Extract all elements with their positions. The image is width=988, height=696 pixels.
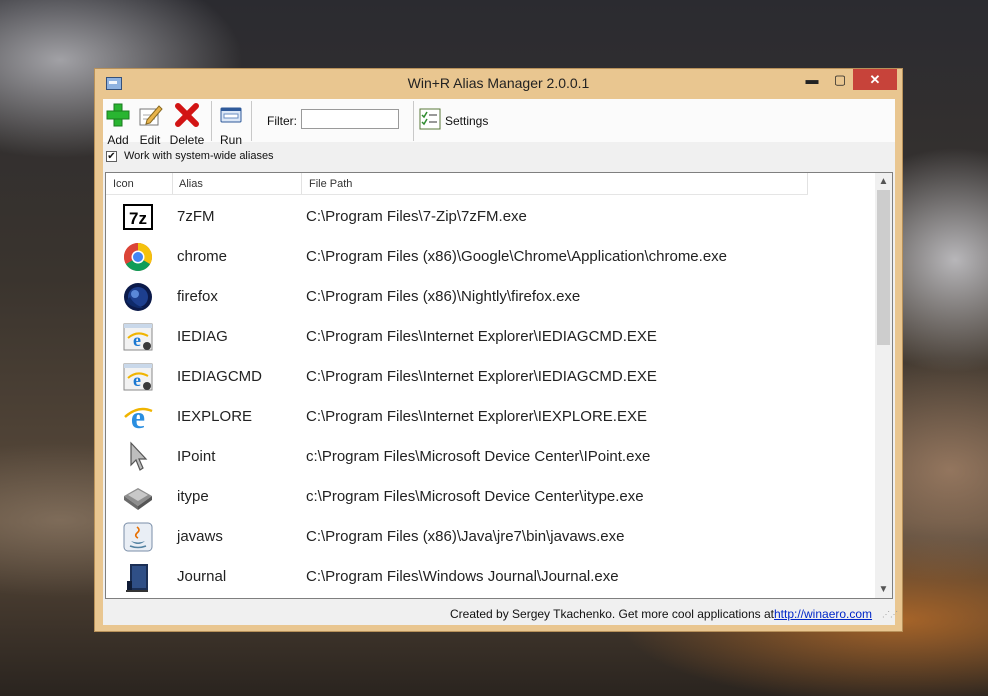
column-header-alias[interactable]: Alias bbox=[179, 178, 203, 190]
path-cell: C:\Program Files\Internet Explorer\IEDIA… bbox=[306, 368, 657, 385]
alias-cell: Journal bbox=[177, 568, 227, 585]
winaero-link[interactable]: http://winaero.com bbox=[774, 607, 872, 621]
list-item[interactable]: e IEXPLORE C:\Program Files\Internet Exp… bbox=[106, 397, 874, 437]
path-cell: C:\Program Files\Internet Explorer\IEXPL… bbox=[306, 408, 647, 425]
red-x-icon bbox=[175, 103, 199, 127]
path-cell: C:\Program Files (x86)\Google\Chrome\App… bbox=[306, 248, 728, 265]
alias-cell: IPoint bbox=[177, 448, 216, 465]
column-header-icon[interactable]: Icon bbox=[113, 178, 134, 190]
plus-icon bbox=[106, 103, 130, 127]
filter-label: Filter: bbox=[267, 114, 297, 128]
column-divider[interactable] bbox=[807, 173, 808, 194]
checklist-icon bbox=[419, 108, 441, 130]
edit-button[interactable]: Edit bbox=[137, 102, 163, 147]
list-item[interactable]: itype c:\Program Files\Microsoft Device … bbox=[106, 477, 874, 517]
firefox-nightly-icon bbox=[124, 283, 152, 311]
path-cell: C:\Program Files\7-Zip\7zFM.exe bbox=[306, 208, 527, 225]
settings-label: Settings bbox=[445, 114, 489, 128]
column-header-file-path[interactable]: File Path bbox=[309, 178, 352, 190]
settings-button[interactable]: Settings bbox=[419, 108, 488, 133]
delete-button[interactable]: Delete bbox=[169, 102, 205, 147]
path-cell: c:\Program Files\Microsoft Device Center… bbox=[306, 448, 651, 465]
toolbar: Add Edit Delete Run Filter: Settings bbox=[103, 99, 895, 147]
status-bar: Created by Sergey Tkachenko. Get more co… bbox=[103, 601, 898, 625]
scroll-thumb[interactable] bbox=[877, 190, 890, 345]
list-item[interactable]: e IEDIAG C:\Program Files\Internet Explo… bbox=[106, 317, 874, 357]
toolbar-separator bbox=[251, 101, 252, 141]
window-title: Win+R Alias Manager 2.0.0.1 bbox=[407, 75, 590, 91]
java-icon bbox=[123, 522, 153, 552]
vertical-scrollbar[interactable]: ▲ ▼ bbox=[875, 173, 892, 598]
alias-cell: 7zFM bbox=[177, 208, 215, 225]
svg-text:7z: 7z bbox=[129, 209, 147, 228]
edit-label: Edit bbox=[139, 133, 161, 147]
credit-text: Created by Sergey Tkachenko. Get more co… bbox=[450, 607, 774, 621]
maximize-button[interactable]: ▢ bbox=[826, 69, 854, 90]
svg-text:e: e bbox=[131, 401, 145, 433]
toolbar-separator bbox=[413, 101, 414, 141]
7zip-icon: 7z bbox=[123, 204, 153, 230]
list-item[interactable]: javaws C:\Program Files (x86)\Java\jre7\… bbox=[106, 517, 874, 557]
path-cell: C:\Program Files\Internet Explorer\IEDIA… bbox=[306, 328, 657, 345]
keyboard-key-icon bbox=[124, 488, 152, 510]
journal-icon bbox=[126, 564, 148, 592]
client-area: Add Edit Delete Run Filter: Settings ✔ W… bbox=[103, 99, 898, 625]
resize-grip-icon[interactable]: ⋰⋰ bbox=[882, 611, 898, 622]
run-button[interactable]: Run bbox=[217, 102, 245, 147]
alias-cell: chrome bbox=[177, 248, 228, 265]
list-item[interactable]: chrome C:\Program Files (x86)\Google\Chr… bbox=[106, 237, 874, 277]
alias-cell: firefox bbox=[177, 288, 218, 305]
list-header: Icon Alias File Path bbox=[106, 173, 808, 195]
alias-list[interactable]: Icon Alias File Path 7z 7zFM C:\Program … bbox=[105, 172, 893, 599]
chrome-icon bbox=[124, 243, 152, 271]
add-button[interactable]: Add bbox=[105, 102, 131, 147]
title-bar[interactable]: Win+R Alias Manager 2.0.0.1 ▬ ▢ ✕ bbox=[95, 69, 902, 98]
close-button[interactable]: ✕ bbox=[853, 69, 897, 90]
path-cell: C:\Program Files (x86)\Java\jre7\bin\jav… bbox=[306, 528, 625, 545]
alias-cell: IEDIAG bbox=[177, 328, 228, 345]
delete-label: Delete bbox=[169, 133, 205, 147]
filter-input[interactable] bbox=[301, 109, 399, 129]
list-item[interactable]: firefox C:\Program Files (x86)\Nightly\f… bbox=[106, 277, 874, 317]
ie-diag-icon: e bbox=[123, 323, 153, 351]
path-cell: c:\Program Files\Microsoft Device Center… bbox=[306, 488, 644, 505]
system-wide-label: Work with system-wide aliases bbox=[124, 150, 274, 162]
internet-explorer-icon: e bbox=[124, 401, 153, 433]
alias-cell: IEDIAGCMD bbox=[177, 368, 263, 385]
list-item[interactable]: IPoint c:\Program Files\Microsoft Device… bbox=[106, 437, 874, 477]
list-item[interactable]: 7z 7zFM C:\Program Files\7-Zip\7zFM.exe bbox=[106, 197, 874, 237]
alias-cell: javaws bbox=[177, 528, 223, 545]
list-item[interactable]: e IEDIAGCMD C:\Program Files\Internet Ex… bbox=[106, 357, 874, 397]
ie-diag-icon: e bbox=[123, 363, 153, 391]
add-label: Add bbox=[107, 133, 129, 147]
run-window-icon bbox=[220, 107, 242, 123]
alias-cell: itype bbox=[177, 488, 209, 505]
scroll-up-arrow[interactable]: ▲ bbox=[875, 173, 892, 190]
scroll-down-arrow[interactable]: ▼ bbox=[875, 581, 892, 598]
toolbar-separator bbox=[211, 101, 212, 141]
system-wide-checkbox[interactable]: ✔ bbox=[106, 151, 117, 162]
path-cell: C:\Program Files (x86)\Nightly\firefox.e… bbox=[306, 288, 581, 305]
column-divider[interactable] bbox=[301, 173, 302, 194]
notepad-pencil-icon bbox=[139, 105, 163, 126]
mouse-pointer-icon bbox=[130, 441, 148, 471]
list-item[interactable]: Journal C:\Program Files\Windows Journal… bbox=[106, 557, 874, 597]
run-label: Run bbox=[219, 133, 242, 147]
minimize-button[interactable]: ▬ bbox=[798, 69, 826, 90]
path-cell: C:\Program Files\Windows Journal\Journal… bbox=[306, 568, 619, 585]
column-divider[interactable] bbox=[172, 173, 173, 194]
alias-cell: IEXPLORE bbox=[177, 408, 253, 425]
app-window: Win+R Alias Manager 2.0.0.1 ▬ ▢ ✕ Add Ed… bbox=[94, 68, 903, 632]
list-rows: 7z 7zFM C:\Program Files\7-Zip\7zFM.exe … bbox=[106, 197, 874, 597]
